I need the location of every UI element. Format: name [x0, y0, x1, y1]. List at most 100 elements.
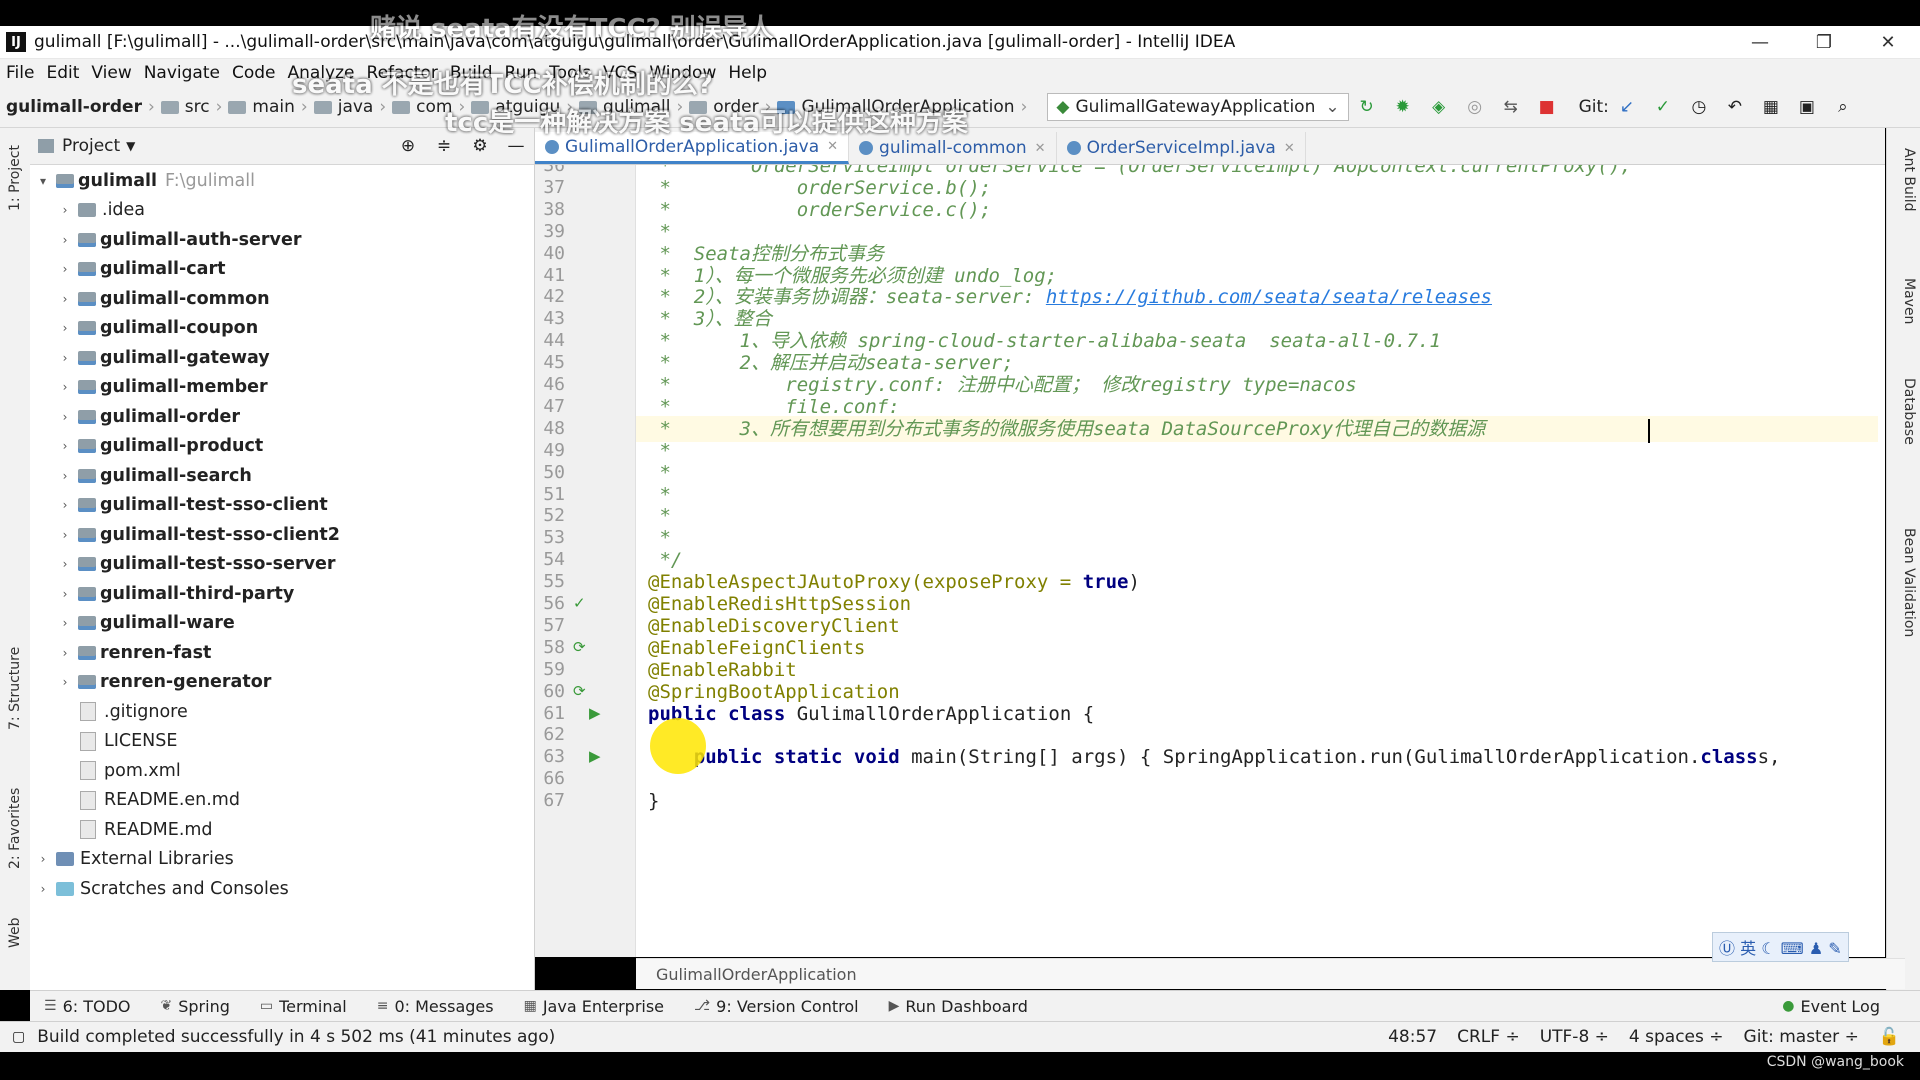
- chevron-right-icon[interactable]: ›: [58, 262, 72, 276]
- tree-item[interactable]: pom.xml: [30, 756, 534, 786]
- debug-icon[interactable]: ✹: [1392, 96, 1414, 118]
- tree-root[interactable]: ▾ gulimall F:\gulimall: [30, 166, 534, 196]
- chevron-right-icon[interactable]: ›: [58, 587, 72, 601]
- tree-item[interactable]: › gulimall-coupon: [30, 314, 534, 344]
- git-history-icon[interactable]: ◷: [1688, 96, 1710, 118]
- tool-window-3[interactable]: ≡ 0: Messages: [377, 997, 494, 1016]
- restore-button[interactable]: ❐: [1792, 32, 1856, 53]
- tool-tab-project[interactable]: 1: Project: [2, 138, 28, 218]
- tool-window-0[interactable]: ☰ 6: TODO: [44, 997, 131, 1016]
- search-icon[interactable]: ⌕: [1832, 96, 1854, 118]
- panel-toggle-icon[interactable]: ▢: [12, 1029, 25, 1045]
- chevron-right-icon[interactable]: ›: [58, 351, 72, 365]
- close-icon[interactable]: ✕: [827, 139, 838, 154]
- minimize-button[interactable]: —: [1728, 32, 1792, 53]
- tree-item[interactable]: › gulimall-test-sso-server: [30, 550, 534, 580]
- menu-edit[interactable]: Edit: [46, 63, 79, 83]
- tree-item[interactable]: › gulimall-third-party: [30, 579, 534, 609]
- crumb-1[interactable]: src ›: [160, 97, 222, 117]
- tool-window-2[interactable]: ▭ Terminal: [260, 997, 347, 1016]
- code-line[interactable]: }: [648, 788, 659, 814]
- breadcrumb-class[interactable]: GulimallOrderApplication: [656, 965, 857, 984]
- chevron-right-icon[interactable]: ›: [58, 292, 72, 306]
- chevron-right-icon[interactable]: ›: [58, 646, 72, 660]
- tree-item[interactable]: .gitignore: [30, 697, 534, 727]
- tool-tab-structure[interactable]: 7: Structure: [2, 638, 28, 738]
- event-log-button[interactable]: ● Event Log: [1782, 997, 1880, 1016]
- close-icon[interactable]: ✕: [1284, 141, 1295, 156]
- code-line[interactable]: * orderService.c();: [648, 197, 991, 223]
- tree-item[interactable]: README.md: [30, 815, 534, 845]
- tree-item[interactable]: LICENSE: [30, 727, 534, 757]
- tool-tab-favorites[interactable]: 2: Favorites: [2, 778, 28, 878]
- run-gutter-icon[interactable]: ▶: [589, 704, 601, 722]
- ime-language[interactable]: 英: [1740, 939, 1756, 958]
- git-commit-icon[interactable]: ✓: [1652, 96, 1674, 118]
- tool-window-1[interactable]: ❦ Spring: [161, 997, 230, 1016]
- project-structure-icon[interactable]: ▦: [1760, 96, 1782, 118]
- chevron-right-icon[interactable]: ›: [58, 233, 72, 247]
- tool-window-4[interactable]: ▦ Java Enterprise: [524, 997, 664, 1016]
- ime-toolbar[interactable]: Ⓤ 英 ☾ ⌨ ♟ ✎: [1712, 932, 1849, 962]
- chevron-right-icon[interactable]: ›: [58, 616, 72, 630]
- run-configuration-select[interactable]: ◆ GulimallGatewayApplication ⌄: [1047, 93, 1349, 121]
- editor-breadcrumb[interactable]: GulimallOrderApplication: [636, 958, 1905, 989]
- menu-help[interactable]: Help: [728, 63, 767, 83]
- ime-keyboard-icon[interactable]: ⌨: [1781, 939, 1804, 958]
- rerun-icon[interactable]: ↻: [1356, 96, 1378, 118]
- project-view-select[interactable]: Project: [62, 136, 120, 156]
- attach-icon[interactable]: ⇆: [1500, 96, 1522, 118]
- code-line[interactable]: public class GulimallOrderApplication {: [648, 701, 1094, 727]
- chevron-down-icon[interactable]: ▼: [126, 139, 135, 153]
- code-line[interactable]: * 3、所有想要用到分布式事务的微服务使用seata DataSourcePro…: [636, 415, 1878, 442]
- chevron-right-icon[interactable]: ›: [36, 882, 50, 896]
- tree-item[interactable]: › gulimall-gateway: [30, 343, 534, 373]
- code-line[interactable]: public static void main(String[] args) {…: [648, 744, 1781, 770]
- locate-icon[interactable]: ⊕: [397, 135, 419, 157]
- tree-item[interactable]: › gulimall-product: [30, 432, 534, 462]
- chevron-right-icon[interactable]: ›: [58, 675, 72, 689]
- chevron-right-icon[interactable]: ›: [58, 469, 72, 483]
- stop-icon[interactable]: ■: [1536, 96, 1558, 118]
- tree-item[interactable]: › gulimall-member: [30, 373, 534, 403]
- tree-item[interactable]: › renren-fast: [30, 638, 534, 668]
- menu-navigate[interactable]: Navigate: [144, 63, 220, 83]
- chevron-right-icon[interactable]: ›: [58, 380, 72, 394]
- line-separator-select[interactable]: CRLF ÷: [1457, 1027, 1520, 1047]
- close-icon[interactable]: ✕: [1035, 141, 1046, 156]
- menu-code[interactable]: Code: [232, 63, 276, 83]
- git-rollback-icon[interactable]: ↶: [1724, 96, 1746, 118]
- chevron-right-icon[interactable]: ›: [58, 557, 72, 571]
- releases-link[interactable]: https://github.com/seata/seata/releases: [1046, 286, 1492, 308]
- close-button[interactable]: ✕: [1856, 32, 1920, 53]
- chevron-right-icon[interactable]: ›: [58, 498, 72, 512]
- tree-item[interactable]: › .idea: [30, 196, 534, 226]
- layout-icon[interactable]: ▣: [1796, 96, 1818, 118]
- chevron-down-icon[interactable]: ▾: [36, 174, 50, 188]
- tool-tab-ant-build[interactable]: Ant Build: [1891, 148, 1917, 212]
- encoding-select[interactable]: UTF-8 ÷: [1540, 1027, 1609, 1047]
- tree-item[interactable]: › gulimall-cart: [30, 255, 534, 285]
- menu-file[interactable]: File: [6, 63, 34, 83]
- ime-moon-icon[interactable]: ☾: [1761, 939, 1775, 958]
- spring-bean-icon[interactable]: ⟳: [573, 638, 586, 656]
- tree-item[interactable]: › gulimall-common: [30, 284, 534, 314]
- tool-window-6[interactable]: ▶ Run Dashboard: [889, 997, 1028, 1016]
- chevron-right-icon[interactable]: ›: [58, 203, 72, 217]
- code-editor[interactable]: * OrderServiceImpl orderService = (Order…: [636, 165, 1885, 957]
- tree-item[interactable]: › gulimall-test-sso-client: [30, 491, 534, 521]
- profile-icon[interactable]: ◎: [1464, 96, 1486, 118]
- tree-item[interactable]: › gulimall-search: [30, 461, 534, 491]
- chevron-right-icon[interactable]: ›: [36, 852, 50, 866]
- tool-tab-maven[interactable]: Maven: [1891, 278, 1917, 324]
- chevron-right-icon[interactable]: ›: [58, 528, 72, 542]
- crumb-0[interactable]: gulimall-order ›: [6, 97, 155, 117]
- tree-item[interactable]: › renren-generator: [30, 668, 534, 698]
- tree-item[interactable]: README.en.md: [30, 786, 534, 816]
- caret-position[interactable]: 48:57: [1388, 1027, 1437, 1047]
- ime-wrench-icon[interactable]: ✎: [1828, 939, 1841, 958]
- ime-user-icon[interactable]: ♟: [1809, 939, 1823, 958]
- tree-item[interactable]: › gulimall-ware: [30, 609, 534, 639]
- chevron-right-icon[interactable]: ›: [58, 410, 72, 424]
- spring-bean-icon[interactable]: ⟳: [573, 682, 586, 700]
